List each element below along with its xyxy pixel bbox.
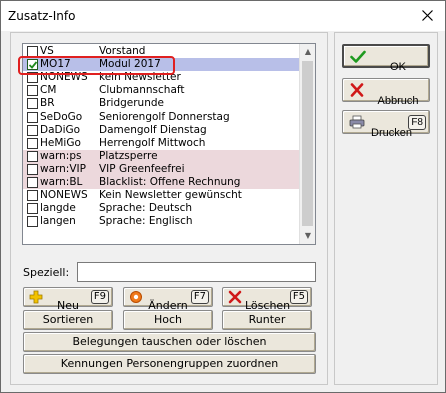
- speziell-label: Speziell:: [23, 266, 70, 279]
- list-item[interactable]: DaDiGo Damengolf Dienstag: [23, 124, 301, 137]
- runter-button[interactable]: Runter: [222, 310, 312, 330]
- row-code: BR: [40, 97, 55, 110]
- row-description: Damengolf Dienstag: [99, 123, 207, 136]
- row-code: NONEWS: [40, 189, 88, 202]
- row-checkbox[interactable]: [27, 111, 38, 123]
- list-item[interactable]: SeDoGo Seniorengolf Donnerstag: [23, 111, 301, 124]
- list-item[interactable]: warn:ps Platzsperre: [23, 149, 301, 163]
- scroll-down-icon[interactable]: ▼: [300, 228, 315, 244]
- row-checkbox[interactable]: [27, 137, 38, 149]
- row-code: HeMiGo: [40, 136, 81, 149]
- row-code: warn:VIP: [40, 162, 86, 175]
- loeschen-button[interactable]: Löschen F5: [222, 287, 312, 312]
- list-item[interactable]: CM Clubmannschaft: [23, 84, 301, 97]
- neu-button[interactable]: Neu F9: [23, 287, 113, 312]
- drucken-button[interactable]: Drucken F8: [342, 110, 430, 139]
- checkmark-icon: [350, 50, 366, 63]
- row-code: langen: [40, 215, 76, 228]
- row-checkbox[interactable]: [27, 85, 38, 97]
- row-checkbox[interactable]: [27, 98, 38, 110]
- row-code: langde: [40, 202, 76, 215]
- kennungen-zuordnen-button[interactable]: Kennungen Personengruppen zuordnen: [23, 354, 316, 374]
- row-description: Sprache: Englisch: [99, 215, 193, 228]
- belegungen-tauschen-button[interactable]: Belegungen tauschen oder löschen: [23, 332, 316, 352]
- row-checkbox[interactable]: [27, 177, 38, 188]
- runter-label: Runter: [248, 313, 286, 326]
- row-description: Sprache: Deutsch: [99, 202, 193, 215]
- list-item[interactable]: warn:BL Blacklist: Offene Rechnung: [23, 176, 301, 189]
- aendern-button[interactable]: Ändern F7: [123, 287, 213, 312]
- abbruch-label: Abbruch: [377, 95, 419, 107]
- row-description: Seniorengolf Donnerstag: [99, 110, 230, 123]
- neu-shortcut: F9: [90, 290, 109, 304]
- list-item[interactable]: HeMiGo Herrengolf Mittwoch: [23, 137, 301, 150]
- speziell-input[interactable]: [77, 262, 316, 282]
- abbruch-button[interactable]: Abbruch: [342, 78, 430, 107]
- row-checkbox[interactable]: [27, 124, 38, 136]
- printer-icon: [349, 115, 365, 129]
- sortieren-label: Sortieren: [42, 313, 94, 326]
- loeschen-shortcut: F5: [289, 290, 308, 304]
- list-item[interactable]: BR Bridgerunde: [23, 97, 301, 110]
- row-description: Platzsperre: [99, 149, 158, 162]
- row-description: Clubmannschaft: [99, 84, 185, 97]
- row-description: Kein Newsletter gewünscht: [99, 189, 242, 202]
- title-bar[interactable]: Zusatz-Info: [1, 1, 445, 31]
- row-description: Herrengolf Mittwoch: [99, 136, 206, 149]
- row-code: SeDoGo: [40, 110, 83, 123]
- list-item[interactable]: NONEWS Kein Newsletter gewünscht: [23, 189, 301, 202]
- ok-button[interactable]: OK: [342, 44, 430, 73]
- sortieren-button[interactable]: Sortieren: [23, 310, 113, 330]
- kennungen-zuordnen-label: Kennungen Personengruppen zuordnen: [60, 357, 279, 370]
- drucken-label: Drucken: [371, 127, 412, 139]
- list-item[interactable]: warn:VIP VIP Greenfeefrei: [23, 162, 301, 176]
- close-button[interactable]: [417, 6, 437, 26]
- window-title: Zusatz-Info: [8, 9, 76, 23]
- row-description: VIP Greenfeefrei: [99, 162, 185, 175]
- scroll-up-icon[interactable]: ▲: [300, 44, 315, 60]
- scroll-thumb[interactable]: [302, 61, 313, 226]
- edit-circle-icon: [130, 291, 142, 303]
- close-icon: [421, 10, 433, 21]
- dialog-window: Zusatz-Info VS Vorstand MO17 Modul 2017 NONE…: [0, 0, 446, 393]
- row-checkbox[interactable]: [27, 190, 38, 202]
- row-description: Blacklist: Offene Rechnung: [99, 176, 241, 188]
- row-checkbox[interactable]: [27, 163, 38, 175]
- row-code: warn:ps: [40, 149, 82, 162]
- hoch-label: Hoch: [153, 313, 183, 326]
- hoch-button[interactable]: Hoch: [123, 310, 213, 330]
- row-code: warn:BL: [40, 176, 83, 188]
- row-checkbox[interactable]: [27, 216, 38, 228]
- drucken-shortcut: F8: [408, 115, 426, 130]
- row-checkbox[interactable]: [27, 150, 38, 162]
- belegungen-tauschen-label: Belegungen tauschen oder löschen: [72, 335, 267, 348]
- cancel-x-icon: [350, 83, 364, 97]
- list-item[interactable]: langde Sprache: Deutsch: [23, 202, 301, 215]
- list-item[interactable]: langen Sprache: Englisch: [23, 215, 301, 228]
- row-description: Bridgerunde: [99, 97, 164, 110]
- row-checkbox[interactable]: [27, 203, 38, 215]
- delete-x-icon: [228, 290, 242, 304]
- plus-icon: [29, 290, 43, 304]
- annotation-highlight-box: [18, 56, 175, 75]
- aendern-shortcut: F7: [190, 290, 209, 304]
- vertical-scrollbar[interactable]: ▲ ▼: [299, 44, 315, 244]
- row-code: CM: [40, 84, 57, 97]
- ok-label: OK: [390, 61, 406, 73]
- row-code: DaDiGo: [40, 123, 81, 136]
